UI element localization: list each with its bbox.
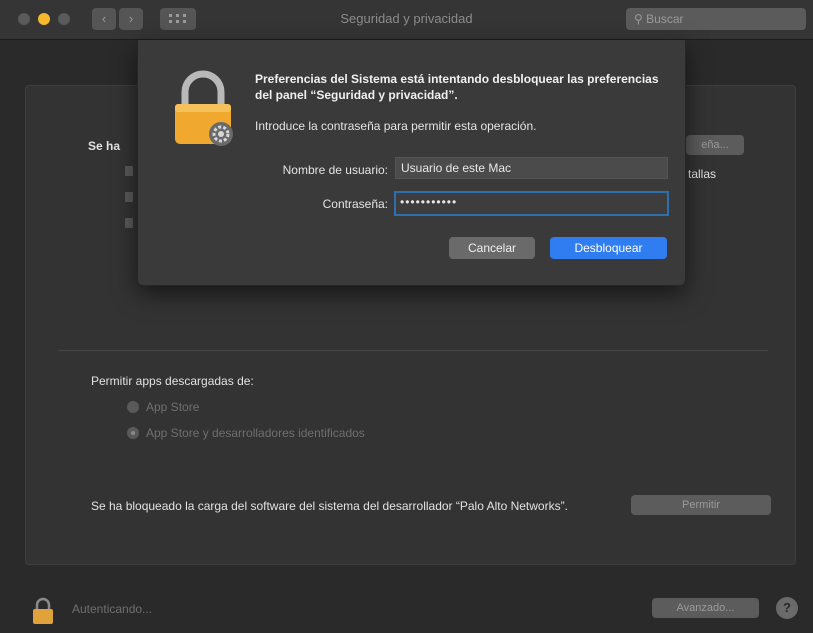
radio-app-store-label: App Store (146, 400, 200, 414)
allow-button[interactable]: Permitir (631, 495, 771, 515)
search-icon: ⚲ (634, 12, 643, 26)
password-label: Contraseña: (322, 197, 388, 211)
checkbox[interactable] (125, 192, 133, 202)
partial-heading: Se ha (88, 139, 121, 153)
dialog-title: Preferencias del Sistema está intentando… (255, 72, 659, 102)
checkbox[interactable] (125, 218, 133, 228)
partial-right-text: tallas (688, 167, 717, 181)
password-field[interactable]: ••••••••••• (394, 191, 669, 216)
advanced-button[interactable]: Avanzado... (652, 598, 759, 618)
authenticating-status: Autenticando... (72, 602, 153, 616)
change-password-button[interactable]: eña... (686, 135, 744, 155)
radio-identified-label: App Store y desarrolladores identificado… (146, 426, 365, 440)
radio-identified-developers[interactable] (127, 427, 139, 439)
cancel-button[interactable]: Cancelar (449, 237, 535, 259)
search-field[interactable]: ⚲ Buscar (626, 8, 806, 30)
unlock-button[interactable]: Desbloquear (550, 237, 667, 259)
title-bar: ‹ › Seguridad y privacidad ⚲ Buscar (0, 0, 813, 40)
lock-icon (175, 70, 233, 146)
username-field[interactable]: Usuario de este Mac (395, 157, 668, 179)
radio-app-store[interactable] (127, 401, 139, 413)
username-label: Nombre de usuario: (282, 163, 388, 177)
gear-badge-icon (209, 122, 233, 146)
search-placeholder: Buscar (646, 12, 684, 26)
blocked-software-message: Se ha bloqueado la carga del software de… (91, 499, 568, 513)
checkbox[interactable] (125, 166, 133, 176)
dialog-subtitle: Introduce la contraseña para permitir es… (255, 119, 537, 133)
auth-dialog: Preferencias del Sistema está intentando… (137, 40, 686, 286)
downloads-label: Permitir apps descargadas de: (91, 374, 254, 388)
help-icon[interactable]: ? (776, 597, 798, 619)
divider (58, 350, 768, 351)
lock-icon[interactable] (32, 597, 54, 625)
